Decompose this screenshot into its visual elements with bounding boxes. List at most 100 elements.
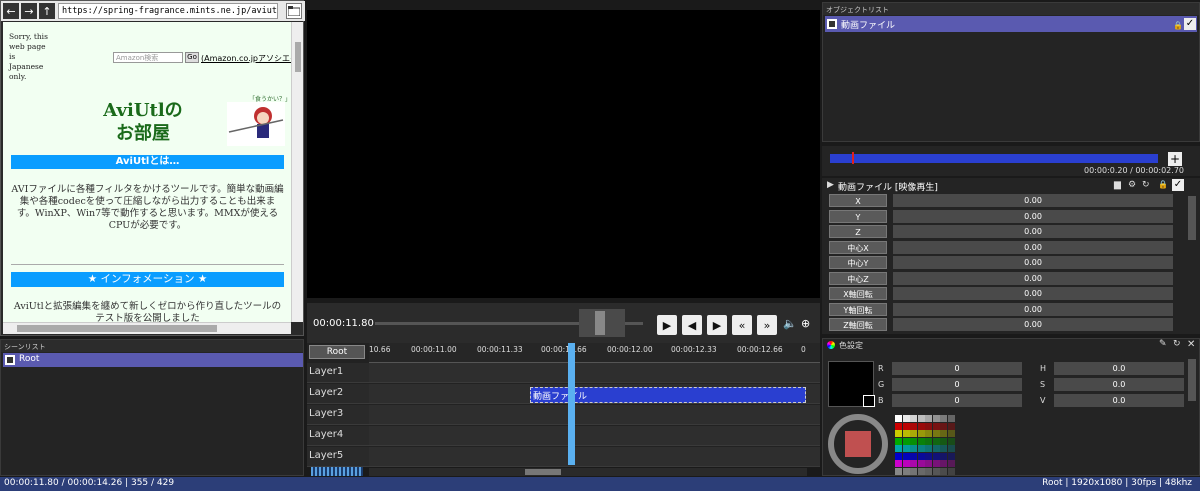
enable-checkbox[interactable]: ✓ [1172, 179, 1184, 191]
palette-swatch[interactable] [932, 437, 940, 445]
color-palette[interactable] [895, 415, 955, 475]
volume-icon[interactable]: 🔈 [783, 317, 797, 330]
layer-track[interactable] [369, 405, 820, 425]
palette-swatch[interactable] [917, 415, 925, 422]
palette-swatch[interactable] [940, 445, 947, 452]
palette-swatch[interactable] [902, 460, 910, 467]
palette-swatch[interactable] [895, 467, 902, 475]
palette-swatch[interactable] [910, 422, 917, 430]
palette-swatch[interactable] [917, 460, 925, 467]
palette-swatch[interactable] [895, 445, 902, 452]
palette-swatch[interactable] [910, 452, 917, 460]
palette-swatch[interactable] [925, 430, 932, 437]
palette-swatch[interactable] [917, 430, 925, 437]
forward-button[interactable]: → [21, 3, 37, 19]
back-button[interactable]: ← [3, 3, 19, 19]
palette-swatch[interactable] [910, 460, 917, 467]
scene-item-root[interactable]: Root [3, 353, 303, 367]
palette-swatch[interactable] [947, 452, 955, 460]
seek-handle[interactable] [595, 311, 605, 335]
add-button[interactable]: + [1168, 152, 1182, 166]
color-scrollbar[interactable] [1188, 359, 1196, 401]
palette-swatch[interactable] [947, 437, 955, 445]
lock-icon[interactable]: 🔒 [1173, 21, 1183, 30]
palette-swatch[interactable] [902, 467, 910, 475]
palette-swatch[interactable] [910, 445, 917, 452]
palette-swatch[interactable] [947, 460, 955, 467]
layer-header[interactable]: Layer3 [307, 405, 369, 425]
close-icon[interactable]: ✕ [1187, 339, 1195, 350]
palette-swatch[interactable] [910, 467, 917, 475]
gear-icon[interactable]: ⚙ [1128, 180, 1136, 190]
horizontal-scrollbar[interactable] [3, 322, 291, 334]
palette-swatch[interactable] [947, 422, 955, 430]
property-value-slider[interactable]: 0.00 [893, 256, 1173, 269]
palette-swatch[interactable] [917, 422, 925, 430]
layer-header[interactable]: Layer2 [307, 384, 369, 404]
property-value-slider[interactable]: 0.00 [893, 209, 1173, 223]
layer-track[interactable] [369, 426, 820, 446]
object-range-bar[interactable] [830, 154, 1158, 163]
amazon-link[interactable]: (Amazon.co.jpアソシエイト) [201, 53, 291, 64]
palette-swatch[interactable] [917, 437, 925, 445]
palette-swatch[interactable] [940, 437, 947, 445]
amazon-search-input[interactable]: Amazon検索 [113, 52, 183, 63]
palette-swatch[interactable] [932, 430, 940, 437]
prev-frame-button[interactable]: ◀ [682, 315, 702, 335]
palette-swatch[interactable] [902, 422, 910, 430]
palette-swatch[interactable] [947, 467, 955, 475]
property-value-slider[interactable]: 0.00 [893, 194, 1173, 207]
property-label[interactable]: Y [829, 209, 887, 223]
color-channel-value[interactable]: 0.0 [1054, 378, 1184, 391]
palette-swatch[interactable] [940, 452, 947, 460]
palette-swatch[interactable] [917, 467, 925, 475]
go-button[interactable]: Go [185, 52, 199, 63]
palette-swatch[interactable] [932, 422, 940, 430]
palette-swatch[interactable] [940, 415, 947, 422]
property-value-slider[interactable]: 0.00 [893, 271, 1173, 285]
property-label[interactable]: Y軸回転 [829, 302, 887, 316]
palette-swatch[interactable] [902, 415, 910, 422]
url-field[interactable]: https://spring-fragrance.mints.ne.jp/avi… [58, 3, 278, 19]
scroll-thumb[interactable] [295, 42, 301, 72]
color-channel-value[interactable]: 0 [892, 378, 1022, 391]
property-value-slider[interactable]: 0.00 [893, 318, 1173, 331]
property-label[interactable]: 中心X [829, 240, 887, 254]
refresh-icon[interactable]: ↻ [1142, 180, 1150, 190]
palette-swatch[interactable] [940, 467, 947, 475]
scroll-thumb[interactable] [17, 325, 217, 332]
property-label[interactable]: Z軸回転 [829, 318, 887, 331]
color-channel-value[interactable]: 0.0 [1054, 362, 1184, 375]
palette-swatch[interactable] [932, 460, 940, 467]
rewind-button[interactable]: « [732, 315, 752, 335]
property-value-slider[interactable]: 0.00 [893, 302, 1173, 316]
color-channel-value[interactable]: 0 [892, 362, 1022, 375]
palette-swatch[interactable] [932, 415, 940, 422]
object-item[interactable]: 動画ファイル [825, 16, 1197, 32]
root-button[interactable]: Root [309, 345, 365, 359]
palette-swatch[interactable] [925, 467, 932, 475]
palette-swatch[interactable] [940, 422, 947, 430]
layer-track[interactable] [369, 447, 820, 467]
visible-checkbox[interactable]: ✓ [1184, 18, 1196, 30]
palette-swatch[interactable] [940, 430, 947, 437]
property-value-slider[interactable]: 0.00 [893, 225, 1173, 238]
up-button[interactable]: ↑ [39, 3, 55, 19]
object-position-marker[interactable] [852, 152, 854, 164]
color-wheel[interactable] [827, 413, 889, 475]
play-button[interactable]: ▶ [657, 315, 677, 335]
refresh-icon[interactable]: ↻ [1173, 339, 1181, 349]
palette-swatch[interactable] [932, 467, 940, 475]
palette-swatch[interactable] [902, 452, 910, 460]
playhead[interactable] [568, 343, 575, 465]
layer-track[interactable] [369, 363, 820, 383]
properties-scrollbar[interactable] [1188, 196, 1196, 240]
vertical-scrollbar[interactable] [291, 22, 303, 322]
time-ruler[interactable]: 10.66 00:00:11.00 00:00:11.33 00:00:11.6… [369, 343, 820, 363]
previous-color-swatch[interactable] [863, 395, 875, 407]
palette-swatch[interactable] [910, 437, 917, 445]
folder-icon[interactable]: ▆ [1114, 180, 1121, 190]
palette-swatch[interactable] [947, 415, 955, 422]
zoom-slider[interactable] [311, 467, 363, 476]
palette-swatch[interactable] [925, 422, 932, 430]
